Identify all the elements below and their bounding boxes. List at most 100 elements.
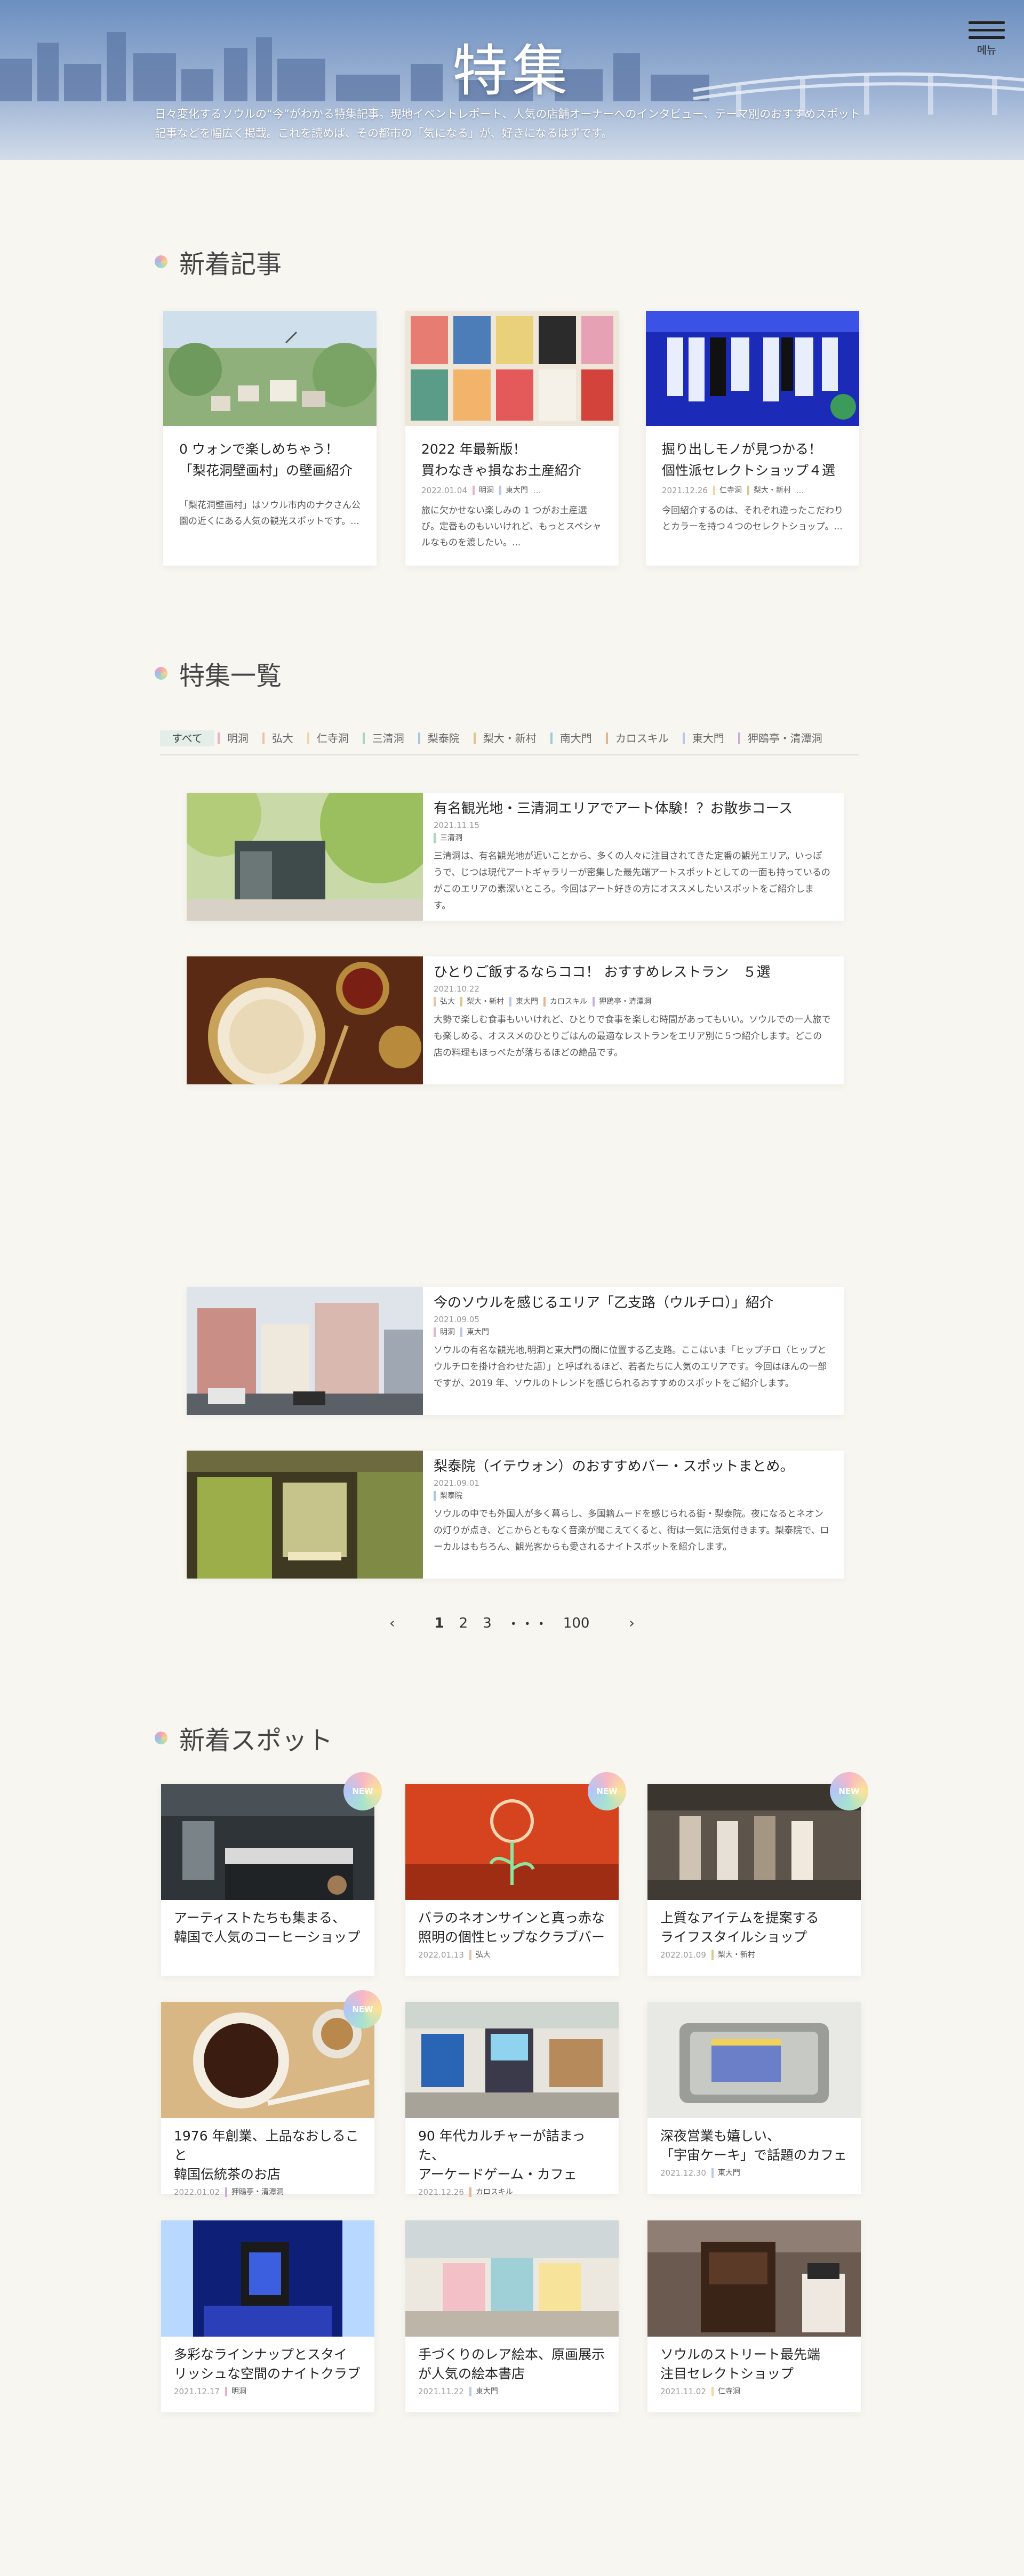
spot-title: アーティストたちも集まる、 韓国で人気のコーヒーショップ <box>174 1910 361 1945</box>
article-excerpt: 今回紹介するのは、それぞれ違ったこだわりとカラーを持つ４つのセレクトショップ。.… <box>662 505 843 532</box>
spot-meta: 2021.12.17 明洞 <box>161 2384 374 2396</box>
spot-date: 2021.12.26 <box>418 2187 464 2197</box>
feature-title: 今のソウルを感じるエリア「乙支路（ウルチロ）」紹介 <box>434 1295 774 1311</box>
spot-card[interactable]: 深夜営業も嬉しい、 「宇宙ケーキ」で話題のカフェ 2021.12.30 東大門 <box>647 2002 861 2194</box>
page-button-last[interactable]: 100 <box>563 1615 590 1631</box>
page-description: 日々変化するソウルの“今”がわかる特集記事。現地イベントレポート、人気の店舗オー… <box>155 108 861 140</box>
spot-thumbnail <box>161 2002 374 2118</box>
area-filter-tabs: すべて 明洞 弘大 仁寺洞 三清洞 梨泰院 梨大・新村 南大門 カロスキル 東大門 狎鴎亭・清潭洞 <box>160 730 836 746</box>
spot-card[interactable]: バラのネオンサインと真っ赤な 照明の個性ヒップなクラブバー 2022.01.13 弘大… <box>405 1772 626 1976</box>
area-tag: 東大門 <box>460 1327 489 1337</box>
spot-title: 深夜営業も嬉しい、 「宇宙ケーキ」で話題のカフェ <box>660 2128 847 2163</box>
spot-meta: 2022.01.13 弘大 <box>405 1947 619 1960</box>
article-card[interactable]: 0 ウォンで楽しめちゃう！ 「梨花洞壁画村」の壁画紹介 「梨花洞壁画村」はソウル市… <box>163 311 377 566</box>
spot-date: 2021.11.22 <box>418 2387 464 2396</box>
area-tag: 梨大・新村 <box>747 486 791 495</box>
spot-card[interactable]: 多彩なラインナップとスタイ リッシュな空間のナイトクラブ 2021.12.17 明洞 <box>161 2220 374 2412</box>
spot-thumbnail <box>405 2002 619 2118</box>
feature-thumbnail <box>187 1451 423 1579</box>
feature-title: ひとりご飯するならココ！ おすすめレストラン ５選 <box>434 964 771 980</box>
article-card[interactable]: 掘り出しモノが見つかる！ 個性派セレクトショップ４選 2021.12.26 仁寺洞… <box>646 311 859 566</box>
area-tag: 狎鴎亭・清潭洞 <box>593 997 651 1007</box>
spot-thumbnail <box>647 1784 861 1900</box>
hamburger-icon <box>967 21 1006 39</box>
area-tag: 東大門 <box>711 2168 740 2178</box>
article-thumbnail <box>646 311 859 426</box>
filter-tab[interactable]: 明洞 <box>217 732 259 744</box>
spot-title: 多彩なラインナップとスタイ リッシュな空間のナイトクラブ <box>174 2347 361 2381</box>
spot-meta: 2021.11.02 仁寺洞 <box>647 2384 861 2396</box>
feature-excerpt: 三清洞は、有名観光地が近いことから、多くの人々に注目されてきた定番の観光エリア。… <box>434 851 830 911</box>
page-button-3[interactable]: 3 <box>483 1615 492 1631</box>
filter-tab[interactable]: 東大門 <box>682 732 735 744</box>
page-button-1[interactable]: 1 <box>435 1615 444 1631</box>
spot-meta: 2022.01.09 梨大・新村 <box>647 1947 861 1960</box>
article-excerpt: 旅に欠かせない楽しみの 1 つがお土産選び。定番ものもいいけれど、もっとスペシャ… <box>421 505 602 548</box>
article-meta: 2021.12.26 仁寺洞 梨大・新村 ... <box>662 486 804 495</box>
filter-tab[interactable]: すべて <box>160 730 214 746</box>
new-badge: NEW <box>588 1772 626 1810</box>
filter-tab[interactable]: 弘大 <box>262 732 304 744</box>
page-title: 特集 <box>452 38 572 103</box>
spot-thumbnail <box>405 2220 619 2337</box>
feature-thumbnail <box>187 956 423 1084</box>
spot-meta: 2022.01.02 狎鴎亭・清潭洞 <box>161 2184 374 2197</box>
article-card[interactable]: 2022 年最新版！ 買わなきゃ損なお土産紹介 2022.01.04 明洞 東大門… <box>405 311 619 566</box>
spot-card[interactable]: ソウルのストリート最先端 注目セレクトショップ 2021.11.02 仁寺洞 <box>647 2220 861 2412</box>
filter-tab[interactable]: 三清洞 <box>362 732 415 744</box>
filter-tab[interactable]: 南大門 <box>550 732 603 744</box>
spot-meta: 2021.12.30 東大門 <box>647 2165 861 2178</box>
filter-tab[interactable]: 狎鴎亭・清潭洞 <box>738 732 833 744</box>
article-date: 2022.01.04 <box>421 486 467 495</box>
area-tag: 明洞 <box>472 486 494 495</box>
feature-title: 梨泰院（イテウォン）のおすすめバー・スポットまとめ。 <box>434 1459 794 1475</box>
spot-card[interactable]: 手づくりのレア絵本、原画展示 が人気の絵本書店 2021.11.22 東大門 <box>405 2220 619 2412</box>
feature-thumbnail <box>187 793 423 921</box>
area-tag: カロスキル <box>543 997 587 1007</box>
spot-title: ソウルのストリート最先端 注目セレクトショップ <box>660 2347 821 2381</box>
spot-thumbnail <box>647 2002 861 2118</box>
spot-card[interactable]: 1976 年創業、上品なおしること 韓国伝統茶のお店 2022.01.02 狎鴎亭・清… <box>161 1990 382 2197</box>
area-tag: 仁寺洞 <box>713 486 742 495</box>
menu-label: 메뉴 <box>977 44 997 57</box>
spot-card[interactable]: 上質なアイテムを提案する ライフスタイルショップ 2022.01.09 梨大・新村 NE… <box>647 1772 868 1976</box>
area-tag: 明洞 <box>225 2387 246 2396</box>
area-tag: カロスキル <box>469 2187 513 2197</box>
feature-thumbnail <box>187 1287 423 1415</box>
page-button-2[interactable]: 2 <box>459 1615 468 1631</box>
filter-tab[interactable]: カロスキル <box>605 732 679 744</box>
feature-date: 2021.09.01 <box>434 1478 479 1488</box>
spot-date: 2022.01.09 <box>660 1950 706 1960</box>
feature-title: 有名観光地・三清洞エリアでアート体験！？お散歩コース <box>434 801 793 817</box>
filter-tab[interactable]: 仁寺洞 <box>307 732 359 744</box>
article-thumbnail <box>163 311 377 426</box>
filter-tab[interactable]: 梨大・新村 <box>473 732 547 744</box>
area-tag: 弘大 <box>469 1950 491 1960</box>
area-tag: 仁寺洞 <box>711 2387 740 2396</box>
prev-page-button[interactable]: ‹ <box>389 1615 395 1631</box>
spot-title: 上質なアイテムを提案する ライフスタイルショップ <box>660 1910 819 1945</box>
pagination-ellipsis: ・・・ <box>506 1616 548 1632</box>
feature-excerpt: ソウルの有名な観光地,明洞と東大門の間に位置する乙支路。ここはいま「ヒップチロ（… <box>434 1345 827 1389</box>
section-heading-new-spots: 新着スポット <box>155 1719 333 1757</box>
filter-tab[interactable]: 梨泰院 <box>418 732 470 744</box>
feature-excerpt: ソウルの中でも外国人が多く暮らし、多国籍ムードを感じられる街・梨泰院。夜になると… <box>434 1509 829 1552</box>
feature-item[interactable]: 梨泰院（イテウォン）のおすすめバー・スポットまとめ。 2021.09.01 梨泰… <box>187 1451 844 1579</box>
spot-thumbnail <box>647 2220 861 2337</box>
spot-card[interactable]: 90 年代カルチャーが詰まった、 アーケードゲーム・カフェ 2021.12.26 カロ… <box>405 2002 619 2197</box>
article-date: 2021.12.26 <box>662 486 708 495</box>
spot-meta: 2021.12.26 カロスキル <box>405 2184 619 2197</box>
feature-item[interactable]: 有名観光地・三清洞エリアでアート体験！？お散歩コース 2021.11.15 三清… <box>187 793 844 921</box>
next-page-button[interactable]: › <box>629 1615 634 1631</box>
feature-date: 2021.11.15 <box>434 820 479 830</box>
feature-item[interactable]: ひとりご飯するならココ！ おすすめレストラン ５選 2021.10.22 弘大 … <box>187 956 844 1084</box>
feature-item[interactable]: 今のソウルを感じるエリア「乙支路（ウルチロ）」紹介 2021.09.05 明洞 … <box>187 1287 844 1415</box>
section-bullet-icon <box>155 1732 167 1744</box>
menu-button[interactable]: 메뉴 <box>967 21 1006 57</box>
area-tag: 梨大・新村 <box>460 997 504 1007</box>
spot-card[interactable]: アーティストたちも集まる、 韓国で人気のコーヒーショップ NEW <box>161 1772 382 1976</box>
area-tag: 弘大 <box>434 997 455 1007</box>
area-tag: 梨大・新村 <box>711 1950 755 1960</box>
new-badge: NEW <box>343 1990 382 2028</box>
spot-date: 2021.12.17 <box>174 2387 220 2396</box>
